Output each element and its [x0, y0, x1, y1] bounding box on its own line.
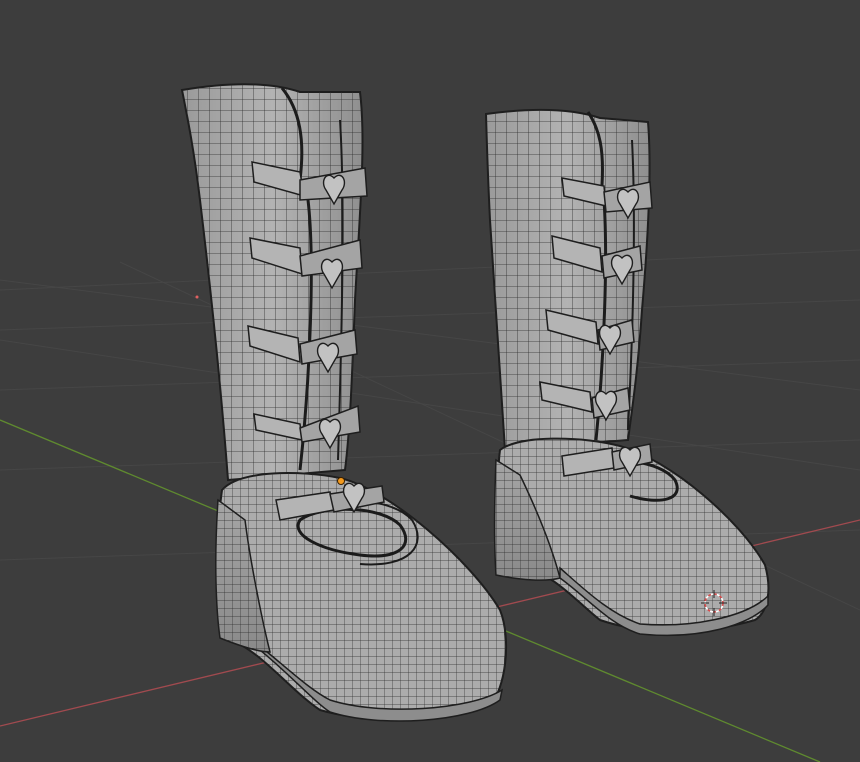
light-marker-icon[interactable] [195, 295, 199, 299]
object-origin-icon[interactable] [337, 477, 345, 485]
viewport-canvas[interactable] [0, 0, 860, 762]
3d-viewport[interactable] [0, 0, 860, 762]
boot-left[interactable] [180, 83, 508, 722]
